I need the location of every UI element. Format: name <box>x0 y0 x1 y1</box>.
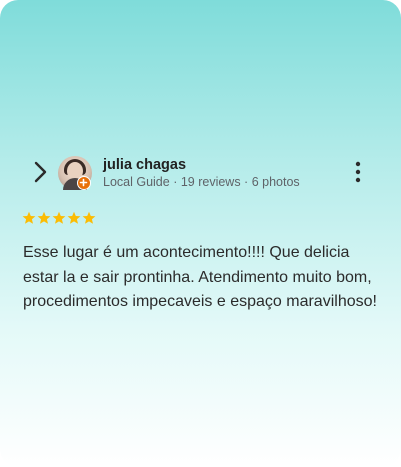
chevron-right-icon[interactable] <box>31 160 51 184</box>
reviewer-name[interactable]: julia chagas <box>103 157 186 173</box>
local-guide-badge-icon <box>77 176 91 190</box>
meta-separator: · <box>169 175 181 189</box>
review-count: 19 reviews <box>180 175 241 189</box>
review-text: Esse lugar é um acontecimento!!!! Que de… <box>23 241 393 315</box>
reviewer-meta: Local Guide · 19 reviews · 6 photos <box>103 175 300 189</box>
star-icon <box>22 211 36 224</box>
star-icon <box>37 211 51 224</box>
review-line: estar la e sair prontinha. Atendimento m… <box>23 268 372 286</box>
star-icon <box>52 211 66 224</box>
review-card: julia chagas Local Guide · 19 reviews · … <box>0 0 401 467</box>
more-vertical-icon[interactable] <box>350 161 366 183</box>
star-rating <box>22 211 96 227</box>
local-guide-label: Local Guide <box>103 175 170 189</box>
star-icon <box>67 211 81 224</box>
review-line: Esse lugar é um acontecimento!!!! Que de… <box>23 244 350 261</box>
star-icon <box>82 211 96 224</box>
meta-separator: · <box>240 175 252 189</box>
review-line: procedimentos impecaveis e espaço maravi… <box>23 293 377 310</box>
photo-count: 6 photos <box>251 175 300 189</box>
